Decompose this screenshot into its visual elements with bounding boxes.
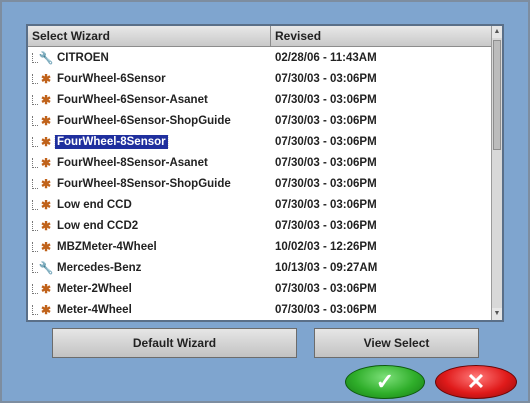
scroll-thumb[interactable] (493, 40, 501, 150)
revised-date: 10/13/03 - 09:27AM (275, 261, 378, 274)
vehicle-icon: ✱ (40, 92, 52, 107)
column-header-select-wizard[interactable]: Select Wizard (28, 26, 271, 46)
cancel-button[interactable]: ✕ (435, 365, 517, 399)
revised-date: 10/02/03 - 12:26PM (275, 240, 377, 253)
table-row[interactable]: ✱ Low end CCD2 07/30/03 - 03:06PM (28, 215, 494, 236)
tree-connector (32, 283, 38, 294)
vertical-scrollbar[interactable]: ▲ ▼ (491, 26, 502, 320)
revised-date: 07/30/03 - 03:06PM (275, 135, 377, 148)
table-row[interactable]: ✱ FourWheel-6Sensor 07/30/03 - 03:06PM (28, 68, 494, 89)
wizard-name-cell: ✱ Meter-2Wheel (28, 282, 271, 296)
wizard-name: Meter-2Wheel (57, 282, 132, 295)
tree-connector (32, 304, 38, 315)
wizard-name: FourWheel-6Sensor (57, 72, 166, 85)
revised-date: 07/30/03 - 03:06PM (275, 114, 377, 127)
vehicle-icon: ✱ (40, 302, 52, 317)
revised-date: 07/30/03 - 03:06PM (275, 93, 377, 106)
revised-date: 07/30/03 - 03:06PM (275, 156, 377, 169)
wizard-name-cell: ✱ FourWheel-8Sensor-ShopGuide (28, 177, 271, 191)
tree-connector (32, 52, 38, 63)
vehicle-icon: ✱ (40, 197, 52, 212)
vehicle-icon: ✱ (40, 281, 52, 296)
wizard-rows: 🔧 CITROEN 02/28/06 - 11:43AM ✱ FourWheel-6Se… (28, 47, 494, 320)
vehicle-icon: ✱ (40, 71, 52, 86)
wrench-icon: 🔧 (38, 50, 54, 65)
scroll-down-arrow-icon[interactable]: ▼ (492, 308, 502, 320)
revised-date: 07/30/03 - 03:06PM (275, 177, 377, 190)
wizard-dialog: Select Wizard Revised 🔧 CITROEN 02/28/06 -… (0, 0, 530, 403)
wizard-name: Mercedes-Benz (57, 261, 142, 274)
default-wizard-button[interactable]: Default Wizard (52, 328, 297, 358)
vehicle-icon: ✱ (40, 134, 52, 149)
revised-date: 07/30/03 - 03:06PM (275, 72, 377, 85)
tree-connector (32, 94, 38, 105)
table-row[interactable]: ✱ FourWheel-8Sensor-ShopGuide 07/30/03 - 0… (28, 173, 494, 194)
wizard-list[interactable]: Select Wizard Revised 🔧 CITROEN 02/28/06 -… (26, 24, 504, 322)
tree-connector (32, 136, 38, 147)
table-row[interactable]: ✱ FourWheel-8Sensor-Asanet 07/30/03 - 03:0… (28, 152, 494, 173)
table-row[interactable]: 🔧 Mercedes-Benz 10/13/03 - 09:27AM (28, 257, 494, 278)
wizard-name-cell: ✱ FourWheel-6Sensor-ShopGuide (28, 114, 271, 128)
tree-connector (32, 262, 38, 273)
wizard-name-cell: ✱ FourWheel-6Sensor (28, 72, 271, 86)
tree-connector (32, 220, 38, 231)
vehicle-icon: ✱ (40, 218, 52, 233)
tree-connector (32, 157, 38, 168)
wizard-name: FourWheel-6Sensor-Asanet (57, 93, 208, 106)
vehicle-icon: ✱ (40, 176, 52, 191)
vehicle-icon: ✱ (40, 155, 52, 170)
wizard-name: Meter-4Wheel (57, 303, 132, 316)
checkmark-icon: ✓ (375, 369, 395, 394)
wizard-name: FourWheel-8Sensor-ShopGuide (57, 177, 231, 190)
wizard-name: FourWheel-8Sensor (54, 134, 169, 149)
x-icon: ✕ (466, 369, 486, 394)
wrench-icon: 🔧 (38, 260, 54, 275)
column-header-revised[interactable]: Revised (271, 26, 494, 46)
wizard-name-cell: ✱ Meter-4Wheel (28, 303, 271, 317)
wizard-name-cell: 🔧 CITROEN (28, 51, 271, 65)
vehicle-icon: ✱ (40, 113, 52, 128)
tree-connector (32, 73, 38, 84)
table-row[interactable]: ✱ FourWheel-6Sensor-Asanet 07/30/03 - 03:0… (28, 89, 494, 110)
vehicle-icon: ✱ (40, 239, 52, 254)
wizard-name-cell: 🔧 Mercedes-Benz (28, 261, 271, 275)
revised-date: 07/30/03 - 03:06PM (275, 219, 377, 232)
wizard-name-cell: ✱ Low end CCD (28, 198, 271, 212)
table-row[interactable]: ✱ Low end CCD 07/30/03 - 03:06PM (28, 194, 494, 215)
view-select-button[interactable]: View Select (314, 328, 479, 358)
wizard-name-cell: ✱ FourWheel-8Sensor-Asanet (28, 156, 271, 170)
wizard-name-cell: ✱ FourWheel-6Sensor-Asanet (28, 93, 271, 107)
ok-button[interactable]: ✓ (345, 365, 425, 399)
table-row[interactable]: 🔧 CITROEN 02/28/06 - 11:43AM (28, 47, 494, 68)
tree-connector (32, 199, 38, 210)
table-row[interactable]: ✱ FourWheel-6Sensor-ShopGuide 07/30/03 - 0… (28, 110, 494, 131)
revised-date: 07/30/03 - 03:06PM (275, 198, 377, 211)
wizard-name: FourWheel-6Sensor-ShopGuide (57, 114, 231, 127)
revised-date: 07/30/03 - 03:06PM (275, 282, 377, 295)
tree-connector (32, 241, 38, 252)
tree-connector (32, 115, 38, 126)
table-row[interactable]: ✱ Meter-4Wheel 07/30/03 - 03:06PM (28, 299, 494, 320)
wizard-name-cell: ✱ FourWheel-8Sensor (28, 134, 271, 149)
wizard-name: FourWheel-8Sensor-Asanet (57, 156, 208, 169)
wizard-name: CITROEN (57, 51, 109, 64)
wizard-name: Low end CCD2 (57, 219, 139, 232)
wizard-name-cell: ✱ MBZMeter-4Wheel (28, 240, 271, 254)
table-row[interactable]: ✱ FourWheel-8Sensor 07/30/03 - 03:06PM (28, 131, 494, 152)
wizard-name-cell: ✱ Low end CCD2 (28, 219, 271, 233)
list-header: Select Wizard Revised (28, 26, 494, 47)
wizard-name: Low end CCD (57, 198, 132, 211)
scroll-up-arrow-icon[interactable]: ▲ (492, 26, 502, 38)
tree-connector (32, 178, 38, 189)
revised-date: 02/28/06 - 11:43AM (275, 51, 377, 64)
table-row[interactable]: ✱ MBZMeter-4Wheel 10/02/03 - 12:26PM (28, 236, 494, 257)
table-row[interactable]: ✱ Meter-2Wheel 07/30/03 - 03:06PM (28, 278, 494, 299)
wizard-name: MBZMeter-4Wheel (57, 240, 157, 253)
revised-date: 07/30/03 - 03:06PM (275, 303, 377, 316)
